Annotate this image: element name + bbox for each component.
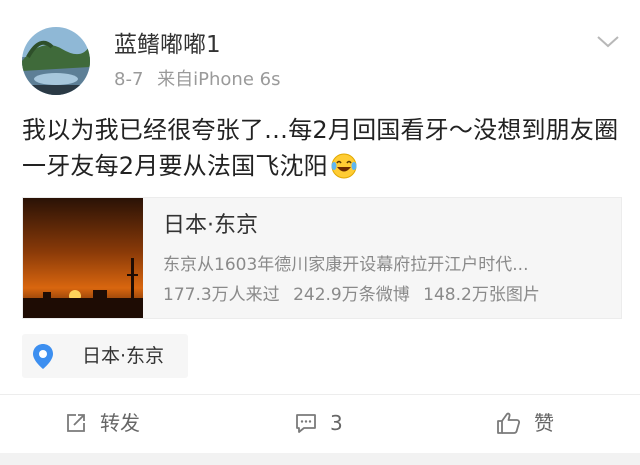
laughing-tears-emoji-icon: [331, 153, 357, 179]
avatar[interactable]: [22, 27, 90, 95]
comment-count: 3: [330, 411, 343, 435]
posts-count: 242.9万条微博: [293, 285, 410, 305]
location-tag-label: 日本·东京: [82, 345, 165, 367]
bottom-separator: [0, 453, 640, 465]
thumbs-up-icon: [497, 412, 521, 434]
comment-button[interactable]: 3: [294, 403, 343, 443]
chevron-down-icon[interactable]: [596, 34, 620, 50]
location-card[interactable]: 日本·东京 东京从1603年德川家康开设幕府拉开江户时代... 177.3万人来…: [22, 197, 622, 319]
username[interactable]: 蓝鳍嘟嘟1: [114, 30, 221, 60]
location-card-title: 日本·东京: [163, 213, 258, 238]
location-card-description: 东京从1603年德川家康开设幕府拉开江户时代...: [163, 255, 529, 275]
photos-count: 148.2万张图片: [423, 285, 540, 305]
avatar-image: [22, 27, 90, 95]
post-text: 我以为我已经很夸张了…每2月回国看牙～没想到朋友圈一牙友每2月要从法国飞沈阳: [22, 112, 622, 184]
repost-button[interactable]: 转发: [64, 403, 140, 443]
post-meta: 8-7 来自iPhone 6s: [114, 68, 280, 92]
location-thumbnail: [23, 198, 143, 318]
comment-icon: [296, 414, 316, 433]
map-pin-icon: [33, 344, 53, 369]
location-card-stats: 177.3万人来过 242.9万条微博 148.2万张图片: [163, 284, 548, 306]
like-label: 赞: [534, 411, 554, 435]
post-source: 来自iPhone 6s: [157, 69, 281, 90]
location-tag[interactable]: 日本·东京: [22, 334, 188, 378]
post-time: 8-7: [114, 69, 144, 90]
repost-label: 转发: [100, 411, 140, 435]
visitors-count: 177.3万人来过: [163, 285, 280, 305]
repost-icon: [67, 414, 85, 432]
like-button[interactable]: 赞: [496, 403, 554, 443]
divider: [0, 394, 640, 395]
post-text-body: 我以为我已经很夸张了…每2月回国看牙～没想到朋友圈一牙友每2月要从法国飞沈阳: [22, 116, 619, 180]
